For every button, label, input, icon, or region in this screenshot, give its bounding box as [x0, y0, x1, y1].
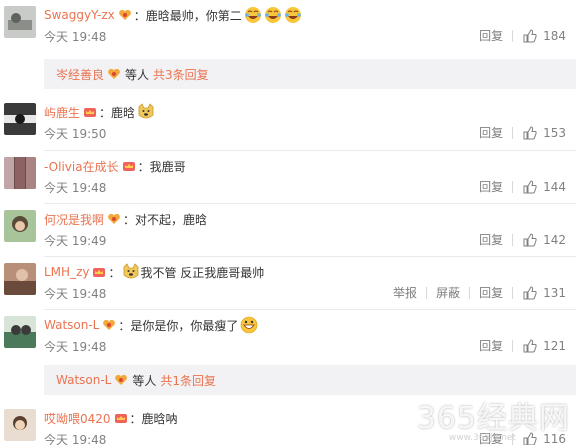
comment-time: 今天 19:48 — [44, 433, 107, 445]
reply-summary-bar[interactable]: Watson-L 等人 共1条回复 — [44, 365, 576, 395]
comment-text: ：对不起，鹿晗 — [123, 212, 208, 227]
thumbs-up-icon — [523, 285, 537, 299]
thumbs-up-icon — [523, 125, 537, 139]
vip-crown-badge-icon — [122, 160, 136, 172]
vip-heart-badge-icon — [107, 213, 121, 225]
vip-heart-badge-icon — [107, 68, 121, 80]
vip-crown-badge-icon — [114, 412, 128, 424]
thumbs-up-icon — [523, 179, 537, 193]
like-count: 184 — [543, 28, 566, 43]
doge-emoji-icon — [137, 103, 155, 121]
laugh-cry-emoji-icon — [244, 6, 262, 24]
thumbs-up-icon — [523, 232, 537, 246]
reply-count-link[interactable]: 共3条回复 — [153, 66, 209, 83]
comment-text: ：鹿晗 — [99, 105, 136, 120]
comment-time: 今天 19:50 — [44, 127, 107, 141]
comment-time: 今天 19:48 — [44, 30, 107, 44]
watermark-url: www.365jd.net — [448, 433, 516, 443]
reply-button[interactable]: 回复 — [470, 284, 512, 301]
block-button[interactable]: 屏蔽 — [427, 284, 469, 301]
comment-text: ：是你是你，你最瘦了 — [118, 318, 239, 333]
laugh-cry-emoji-icon — [284, 6, 302, 24]
divider — [44, 309, 576, 310]
reply-count-link[interactable]: 共1条回复 — [160, 372, 216, 389]
like-button[interactable]: 131 — [513, 286, 566, 300]
reply-button[interactable]: 回复 — [470, 178, 512, 195]
avatar[interactable] — [4, 409, 36, 441]
vip-heart-badge-icon — [114, 374, 128, 386]
reply-text: 等人 — [125, 67, 150, 82]
reply-username[interactable]: Watson-L — [56, 373, 111, 387]
avatar[interactable] — [4, 103, 36, 135]
avatar[interactable] — [4, 263, 36, 295]
comment-text: ：鹿晗呐 — [129, 411, 178, 426]
comment-time: 今天 19:48 — [44, 340, 107, 354]
thumbs-up-icon — [523, 338, 537, 352]
like-button[interactable]: 184 — [513, 29, 566, 43]
divider — [44, 256, 576, 257]
reply-button[interactable]: 回复 — [470, 27, 512, 44]
avatar[interactable] — [4, 210, 36, 242]
reply-summary-bar[interactable]: 岑经善良 等人 共3条回复 — [44, 59, 576, 89]
laugh-cry-emoji-icon — [264, 6, 282, 24]
like-button[interactable]: 121 — [513, 339, 566, 353]
comment-time: 今天 19:48 — [44, 287, 107, 301]
username[interactable]: -Olivia在成长 — [44, 158, 119, 175]
like-count: 131 — [543, 285, 566, 300]
comment-text: 我不管 反正我鹿哥最帅 — [140, 265, 265, 280]
avatar[interactable] — [4, 157, 36, 189]
like-count: 153 — [543, 125, 566, 140]
thumbs-up-icon — [523, 28, 537, 42]
vip-heart-badge-icon — [118, 9, 132, 21]
like-count: 142 — [543, 232, 566, 247]
like-button[interactable]: 144 — [513, 180, 566, 194]
vip-crown-badge-icon — [92, 266, 106, 278]
username[interactable]: 何况是我啊 — [44, 211, 104, 228]
username[interactable]: 屿鹿生 — [44, 104, 80, 121]
avatar[interactable] — [4, 6, 36, 38]
username[interactable]: Watson-L — [44, 318, 99, 332]
report-button[interactable]: 举报 — [384, 284, 426, 301]
divider — [44, 203, 576, 204]
reply-button[interactable]: 回复 — [470, 124, 512, 141]
comment-text: ：我鹿哥 — [137, 159, 186, 174]
avatar[interactable] — [4, 316, 36, 348]
divider — [44, 150, 576, 151]
vip-heart-badge-icon — [102, 319, 116, 331]
comment-time: 今天 19:49 — [44, 234, 107, 248]
watermark-logo: 365经典网 — [416, 401, 570, 436]
username[interactable]: SwaggyY-zx — [44, 8, 115, 22]
reply-button[interactable]: 回复 — [470, 231, 512, 248]
username[interactable]: LMH_zy — [44, 265, 89, 279]
vip-crown-badge-icon — [83, 106, 97, 118]
comment-time: 今天 19:48 — [44, 181, 107, 195]
grin-emoji-icon — [240, 316, 258, 334]
username[interactable]: 哎呦喂0420 — [44, 410, 111, 427]
comment-text: ：鹿晗最帅，你第二 — [133, 8, 242, 23]
like-button[interactable]: 153 — [513, 126, 566, 140]
like-count: 121 — [543, 338, 566, 353]
like-button[interactable]: 142 — [513, 233, 566, 247]
like-count: 144 — [543, 179, 566, 194]
doge-emoji-icon — [122, 263, 140, 281]
reply-username[interactable]: 岑经善良 — [56, 66, 104, 83]
reply-text: 等人 — [132, 373, 157, 388]
reply-button[interactable]: 回复 — [470, 337, 512, 354]
